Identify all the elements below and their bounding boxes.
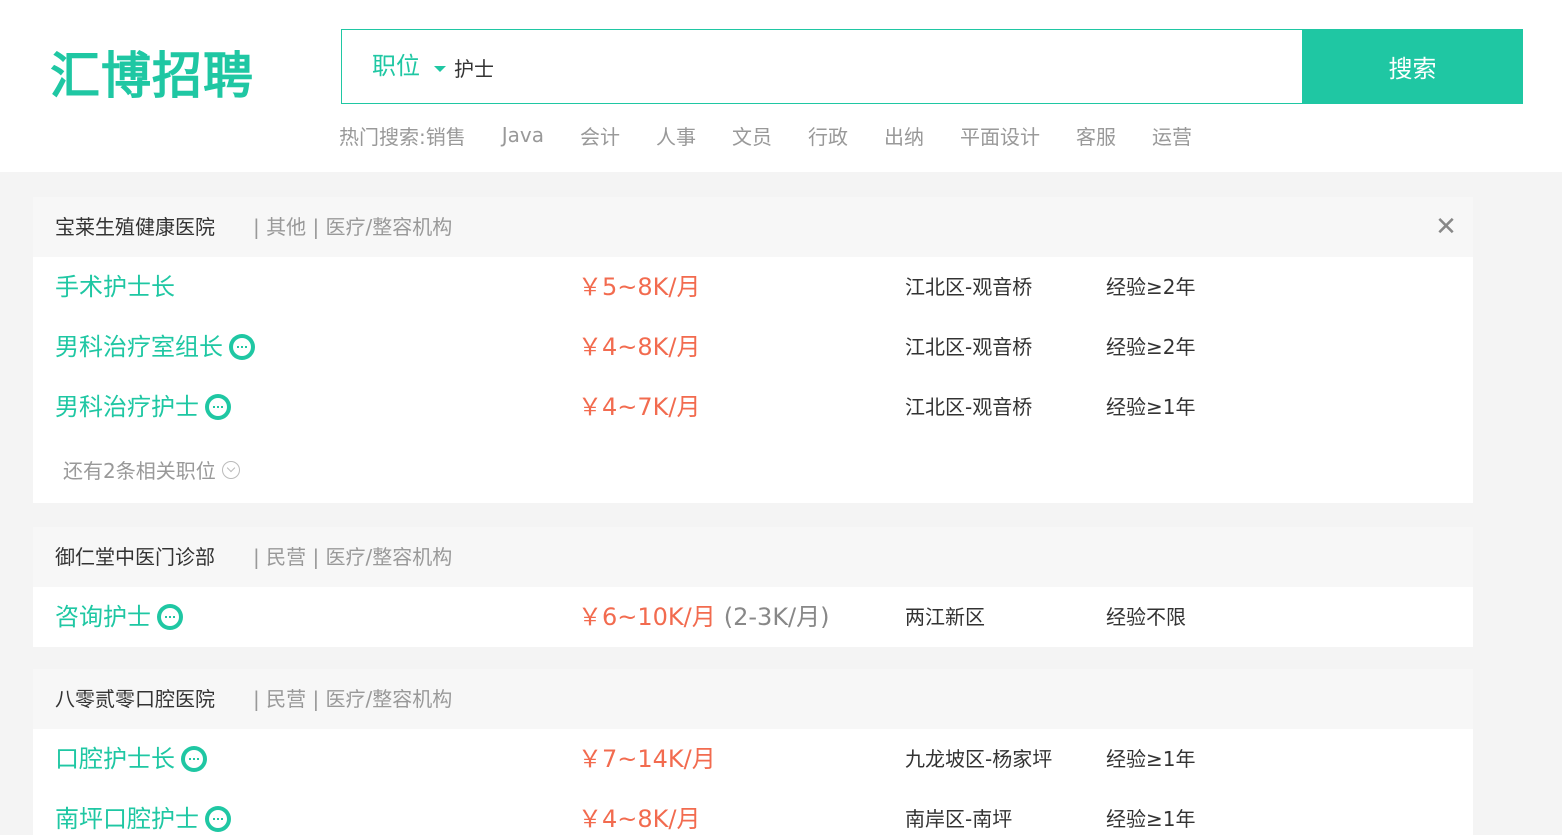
job-salary: ￥7~14K/月	[578, 745, 716, 773]
job-row[interactable]: 男科治疗护士 ￥4~7K/月 江北区-观音桥 经验≥1年	[33, 377, 1473, 437]
chat-icon[interactable]	[157, 604, 183, 630]
job-title-text: 手术护士长	[55, 273, 175, 301]
company-header: 八零贰零口腔医院 | 民营 | 医疗/整容机构	[33, 669, 1473, 729]
job-salary: ￥4~8K/月	[578, 805, 701, 833]
job-salary: ￥5~8K/月	[578, 273, 701, 301]
hot-search-item[interactable]: Java	[502, 123, 544, 147]
chat-icon[interactable]	[229, 334, 255, 360]
job-salary-extra: (2-3K/月)	[723, 603, 830, 631]
job-title-text: 咨询护士	[55, 603, 151, 631]
chat-icon[interactable]	[205, 394, 231, 420]
search-input[interactable]	[454, 48, 1274, 86]
job-salary-text: ￥6~10K/月	[578, 603, 716, 631]
job-experience: 经验≥2年	[1106, 275, 1196, 299]
job-title[interactable]: 南坪口腔护士	[55, 789, 231, 835]
job-experience: 经验不限	[1106, 605, 1186, 629]
company-header: 御仁堂中医门诊部 | 民营 | 医疗/整容机构	[33, 527, 1473, 587]
job-row[interactable]: 男科治疗室组长 ￥4~8K/月 江北区-观音桥 经验≥2年	[33, 317, 1473, 377]
job-location: 九龙坡区-杨家坪	[905, 747, 1053, 771]
chat-icon[interactable]	[181, 746, 207, 772]
job-location: 江北区-观音桥	[905, 275, 1033, 299]
job-title[interactable]: 男科治疗护士	[55, 377, 231, 437]
job-location: 江北区-观音桥	[905, 335, 1033, 359]
job-row[interactable]: 咨询护士 ￥6~10K/月 (2-3K/月) 两江新区 经验不限	[33, 587, 1473, 647]
company-name[interactable]: 八零贰零口腔医院	[55, 669, 215, 729]
hot-search-item[interactable]: 人事	[656, 121, 696, 150]
hot-search-item[interactable]: 文员	[732, 121, 772, 150]
job-experience: 经验≥1年	[1106, 807, 1196, 831]
company-name[interactable]: 宝莱生殖健康医院	[55, 197, 215, 257]
hot-search-item[interactable]: 运营	[1152, 121, 1192, 150]
company-tags: | 其他 | 医疗/整容机构	[253, 215, 453, 239]
job-row[interactable]: 南坪口腔护士 ￥4~8K/月 南岸区-南坪 经验≥1年	[33, 789, 1473, 835]
hot-search-item[interactable]: 平面设计	[960, 121, 1040, 150]
job-title-text: 男科治疗护士	[55, 393, 199, 421]
more-jobs: 还有2条相关职位	[33, 437, 1473, 503]
search-type-select[interactable]: 职位	[372, 30, 420, 103]
hot-search-label: 热门搜索:	[339, 124, 426, 149]
company-tags: | 民营 | 医疗/整容机构	[253, 687, 453, 711]
hot-searches: 热门搜索: 销售 Java 会计 人事 文员 行政 出纳 平面设计 客服 运营	[339, 120, 1228, 150]
job-title[interactable]: 手术护士长	[55, 257, 175, 317]
search-button[interactable]: 搜索	[1302, 29, 1523, 104]
company-card: 御仁堂中医门诊部 | 民营 | 医疗/整容机构 咨询护士 ￥6~10K/月 (2-…	[33, 527, 1473, 647]
company-name[interactable]: 御仁堂中医门诊部	[55, 527, 215, 587]
job-experience: 经验≥1年	[1106, 395, 1196, 419]
job-row[interactable]: 口腔护士长 ￥7~14K/月 九龙坡区-杨家坪 经验≥1年	[33, 729, 1473, 789]
arrow-down-circle-icon	[221, 460, 240, 479]
job-title-text: 男科治疗室组长	[55, 333, 223, 361]
job-experience: 经验≥2年	[1106, 335, 1196, 359]
job-title-text: 南坪口腔护士	[55, 805, 199, 833]
job-experience: 经验≥1年	[1106, 747, 1196, 771]
company-card: 宝莱生殖健康医院 | 其他 | 医疗/整容机构 ✕ 手术护士长 ￥5~8K/月 …	[33, 197, 1473, 503]
chat-icon[interactable]	[205, 806, 231, 832]
more-jobs-text: 还有2条相关职位	[63, 459, 216, 483]
hot-search-item[interactable]: 客服	[1076, 121, 1116, 150]
more-jobs-link[interactable]: 还有2条相关职位	[63, 455, 240, 484]
job-location: 两江新区	[905, 605, 985, 629]
hot-search-item[interactable]: 行政	[808, 121, 848, 150]
company-card: 八零贰零口腔医院 | 民营 | 医疗/整容机构 口腔护士长 ￥7~14K/月 九…	[33, 669, 1473, 835]
job-title[interactable]: 男科治疗室组长	[55, 317, 255, 377]
header: 汇博招聘 职位 搜索 热门搜索: 销售 Java 会计 人事 文员 行政 出纳 …	[0, 0, 1562, 172]
search-box: 职位	[341, 29, 1303, 104]
company-tags: | 民营 | 医疗/整容机构	[253, 545, 453, 569]
caret-down-icon[interactable]	[434, 66, 446, 72]
job-title-text: 口腔护士长	[55, 745, 175, 773]
hot-search-item[interactable]: 会计	[580, 121, 620, 150]
job-title[interactable]: 口腔护士长	[55, 729, 207, 789]
job-row[interactable]: 手术护士长 ￥5~8K/月 江北区-观音桥 经验≥2年	[33, 257, 1473, 317]
job-salary: ￥4~7K/月	[578, 393, 701, 421]
job-location: 江北区-观音桥	[905, 395, 1033, 419]
logo[interactable]: 汇博招聘	[50, 46, 254, 106]
job-salary: ￥4~8K/月	[578, 333, 701, 361]
company-header: 宝莱生殖健康医院 | 其他 | 医疗/整容机构 ✕	[33, 197, 1473, 257]
hot-search-item[interactable]: 出纳	[884, 121, 924, 150]
job-title[interactable]: 咨询护士	[55, 587, 183, 647]
job-salary: ￥6~10K/月 (2-3K/月)	[578, 587, 830, 647]
close-icon[interactable]: ✕	[1431, 212, 1461, 242]
job-location: 南岸区-南坪	[905, 807, 1013, 831]
hot-search-item[interactable]: 销售	[426, 121, 466, 150]
